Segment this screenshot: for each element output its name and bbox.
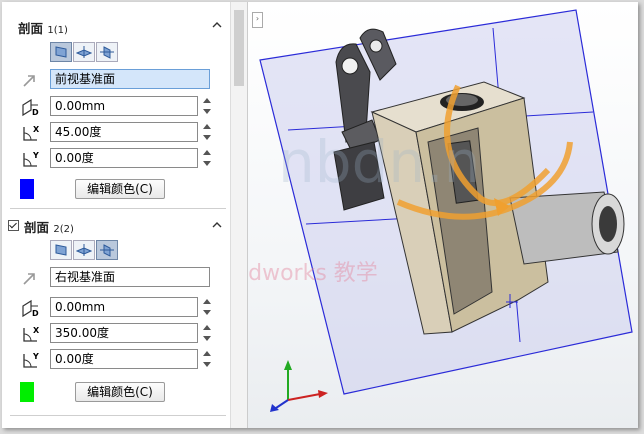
top-plane-button[interactable] [73, 240, 95, 260]
model-scene: nbdn.n 犯来师 solidworks 教学 [248, 9, 633, 412]
coordinate-axes-icon [270, 360, 328, 412]
rotation-x-icon: X [23, 125, 40, 141]
svg-text:Y: Y [32, 151, 39, 160]
section1-rotation-x-input[interactable]: 45.00度 [50, 122, 198, 142]
collapse-chevron-icon[interactable] [212, 222, 222, 228]
window-frame: 剖面 1(1) 前视基准面 D 0.00mm X 45.00度 Y 0.00度 … [2, 2, 638, 428]
offset-distance-icon: D [22, 98, 39, 117]
section1-color-swatch [20, 179, 34, 199]
section2-title: 剖面 2(2) [24, 220, 74, 235]
section-divider [10, 208, 226, 209]
panel-scrollbar[interactable] [230, 2, 248, 428]
section-view-property-panel: 剖面 1(1) 前视基准面 D 0.00mm X 45.00度 Y 0.00度 … [2, 2, 230, 428]
rotation-x-icon: X [23, 326, 40, 342]
svg-text:X: X [33, 326, 40, 335]
section1-offset-input[interactable]: 0.00mm [50, 96, 198, 116]
collapse-chevron-icon[interactable] [212, 22, 222, 28]
section1-plane-field[interactable]: 前视基准面 [50, 69, 210, 89]
section1-edit-color-button[interactable]: 编辑颜色(C) [75, 179, 165, 199]
section1-plane-buttons [50, 42, 118, 62]
top-plane-button[interactable] [73, 42, 95, 62]
right-plane-icon [100, 46, 114, 59]
scrollbar-thumb[interactable] [234, 10, 244, 86]
watermark-logo-text: nbdn.n [278, 128, 480, 196]
section2-rotation-y-input[interactable]: 0.00度 [50, 349, 198, 369]
svg-text:Y: Y [32, 352, 39, 361]
section2-rotation-x-input[interactable]: 350.00度 [50, 323, 198, 343]
offset-distance-icon: D [22, 299, 39, 318]
front-plane-icon [55, 46, 67, 58]
front-plane-icon [55, 244, 67, 256]
section1-rotation-y-spinner[interactable] [202, 148, 212, 168]
right-plane-button[interactable] [96, 42, 118, 62]
section2-color-swatch [20, 382, 34, 402]
section2-edit-color-button[interactable]: 编辑颜色(C) [75, 382, 165, 402]
section2-checkbox[interactable] [8, 220, 19, 231]
section2-plane-buttons [50, 240, 118, 260]
svg-text:D: D [32, 309, 39, 318]
rotation-y-icon: Y [23, 352, 39, 368]
section1-rotation-x-spinner[interactable] [202, 122, 212, 142]
svg-text:D: D [32, 108, 39, 117]
svg-text:X: X [33, 125, 40, 134]
top-plane-icon [76, 46, 92, 58]
reference-plane-arrow-icon [23, 75, 35, 87]
front-plane-button[interactable] [50, 42, 72, 62]
section1-offset-spinner[interactable] [202, 96, 212, 116]
front-plane-button[interactable] [50, 240, 72, 260]
reference-plane-arrow-icon [23, 273, 35, 285]
right-plane-icon [100, 244, 114, 257]
section2-offset-input[interactable]: 0.00mm [50, 297, 198, 317]
section2-plane-field[interactable]: 右视基准面 [50, 267, 210, 287]
section2-rotation-x-spinner[interactable] [202, 323, 212, 343]
graphics-viewport[interactable]: › nbdn.n dworks 教学 [248, 2, 638, 428]
top-plane-icon [76, 244, 92, 256]
watermark-caption: 犯来师 solidworks 教学 [248, 261, 378, 286]
section2-offset-spinner[interactable] [202, 297, 212, 317]
section-divider [10, 415, 226, 416]
right-plane-button[interactable] [96, 240, 118, 260]
section1-title: 剖面 1(1) [18, 21, 68, 36]
section2-rotation-y-spinner[interactable] [202, 349, 212, 369]
section1-rotation-y-input[interactable]: 0.00度 [50, 148, 198, 168]
rotation-y-icon: Y [23, 151, 39, 167]
